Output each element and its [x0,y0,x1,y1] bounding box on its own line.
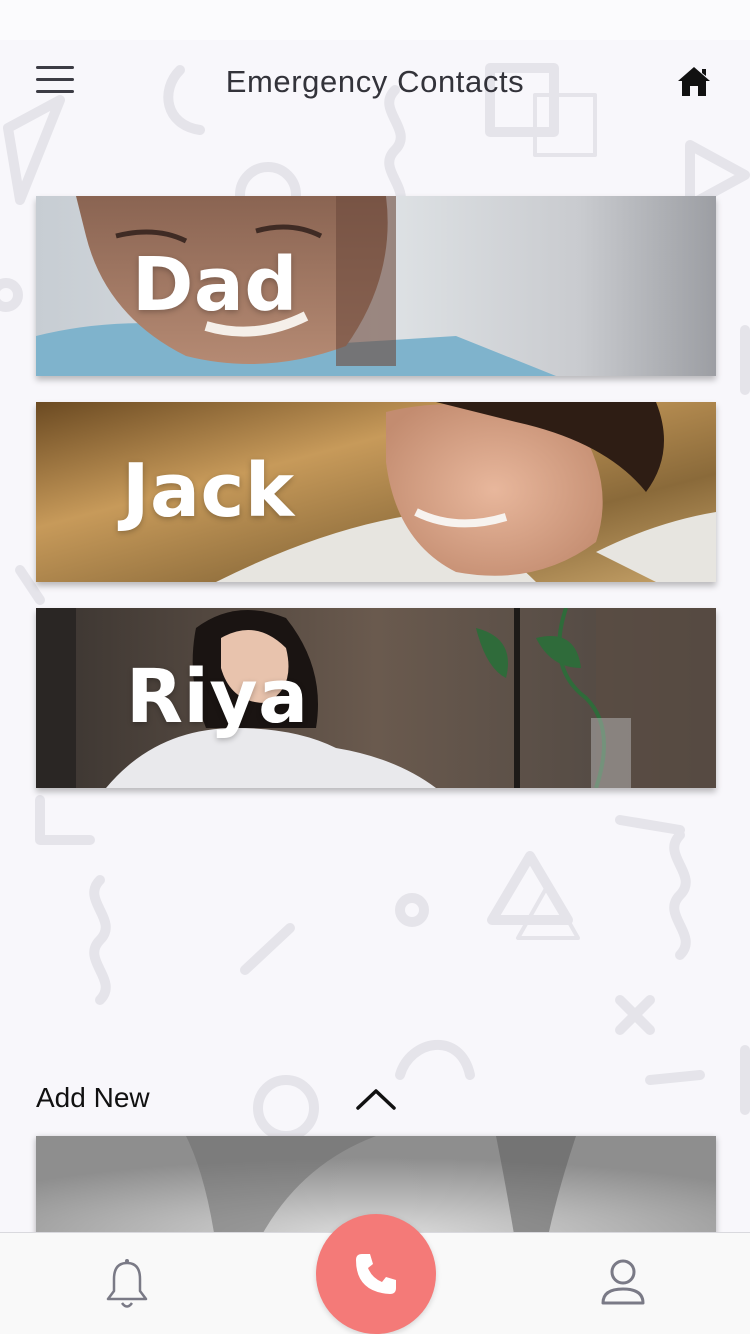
contact-card-dad[interactable]: Dad [36,196,716,376]
contact-name: Riya [126,654,309,740]
call-button[interactable] [316,1214,436,1334]
phone-icon [356,1254,396,1294]
add-new-label: Add New [36,1082,150,1113]
user-icon[interactable] [598,1257,648,1309]
page-title: Emergency Contacts [225,64,525,99]
contact-name: Dad [132,242,298,328]
contact-card-jack[interactable]: Jack [36,402,716,582]
contact-card-riya[interactable]: Riya [36,608,716,788]
chevron-up-icon[interactable] [355,1086,397,1112]
app-header: Emergency Contacts [0,40,750,130]
contact-name: Jack [122,448,295,534]
home-icon[interactable] [676,64,712,100]
bell-icon[interactable] [104,1257,150,1313]
status-bar [0,0,750,40]
